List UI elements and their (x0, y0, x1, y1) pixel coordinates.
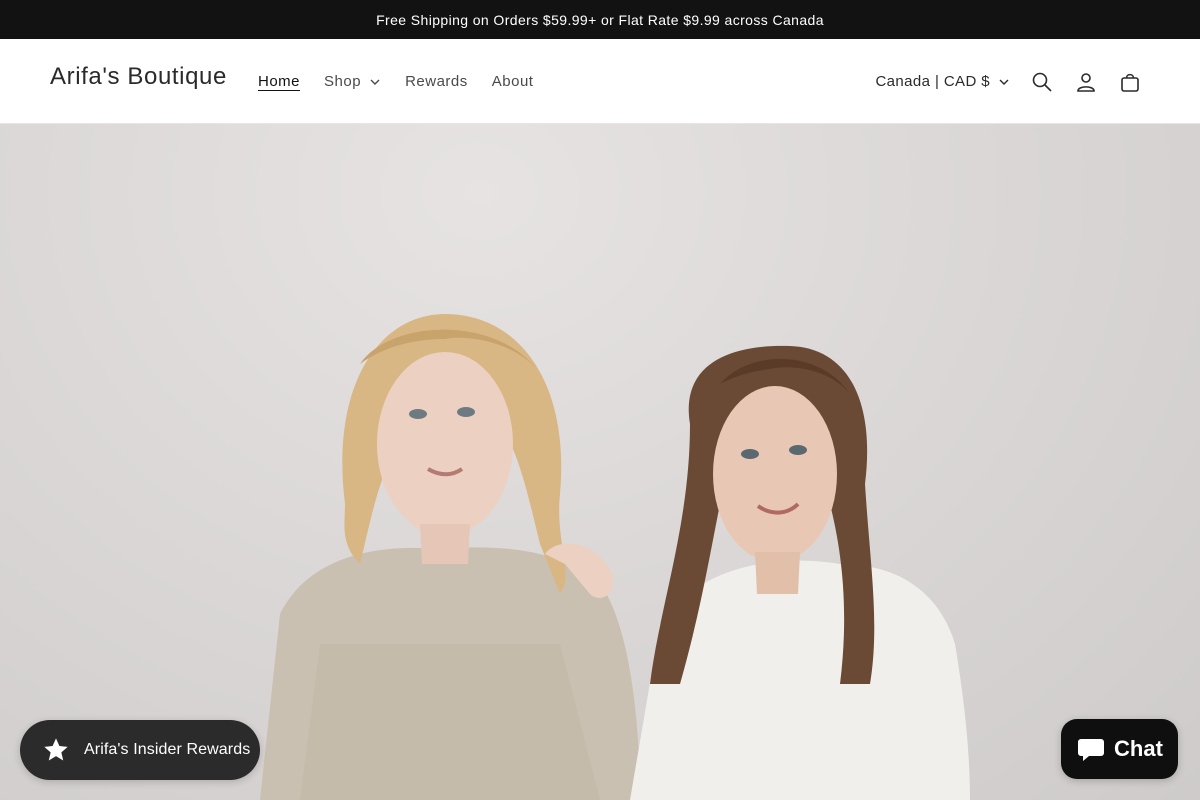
cart-icon (1121, 73, 1139, 92)
model-right (630, 345, 970, 800)
locale-label: Canada | CAD $ (875, 73, 990, 90)
nav-shop-label: Shop (324, 73, 362, 90)
account-icon (1077, 72, 1095, 92)
country-currency-selector[interactable]: Canada | CAD $ (875, 73, 1010, 90)
chevron-down-icon (999, 79, 1009, 85)
announcement-bar: Free Shipping on Orders $59.99+ or Flat … (0, 0, 1200, 39)
hero-image (260, 314, 970, 800)
search-button[interactable] (1020, 60, 1064, 104)
chat-bubble-icon (1078, 739, 1105, 761)
rewards-launcher-label: Arifa's Insider Rewards (84, 741, 251, 758)
main-nav: Home Shop Rewards About (246, 39, 545, 124)
header-actions: Canada | CAD $ (875, 39, 1152, 124)
nav-about[interactable]: About (480, 73, 546, 90)
site-header: Arifa's Boutique Home Shop Rewards About… (0, 39, 1200, 124)
nav-home[interactable]: Home (246, 73, 312, 90)
announcement-text: Free Shipping on Orders $59.99+ or Flat … (376, 11, 824, 28)
chevron-down-icon (370, 79, 380, 85)
search-icon (1032, 72, 1052, 92)
nav-shop[interactable]: Shop (312, 73, 393, 90)
chat-label: Chat (1114, 736, 1163, 761)
hero-banner (0, 124, 1200, 800)
nav-home-label: Home (258, 73, 301, 90)
brand-logo-link[interactable]: Arifa's Boutique (50, 63, 227, 91)
model-left (260, 314, 640, 800)
star-icon (44, 738, 68, 761)
nav-rewards-label: Rewards (405, 73, 468, 90)
nav-about-label: About (491, 73, 534, 90)
cart-button[interactable] (1108, 60, 1152, 104)
account-button[interactable] (1064, 60, 1108, 104)
chat-button[interactable]: Chat (1061, 719, 1178, 779)
rewards-launcher-button[interactable]: Arifa's Insider Rewards (20, 720, 260, 780)
nav-rewards[interactable]: Rewards (393, 73, 480, 90)
